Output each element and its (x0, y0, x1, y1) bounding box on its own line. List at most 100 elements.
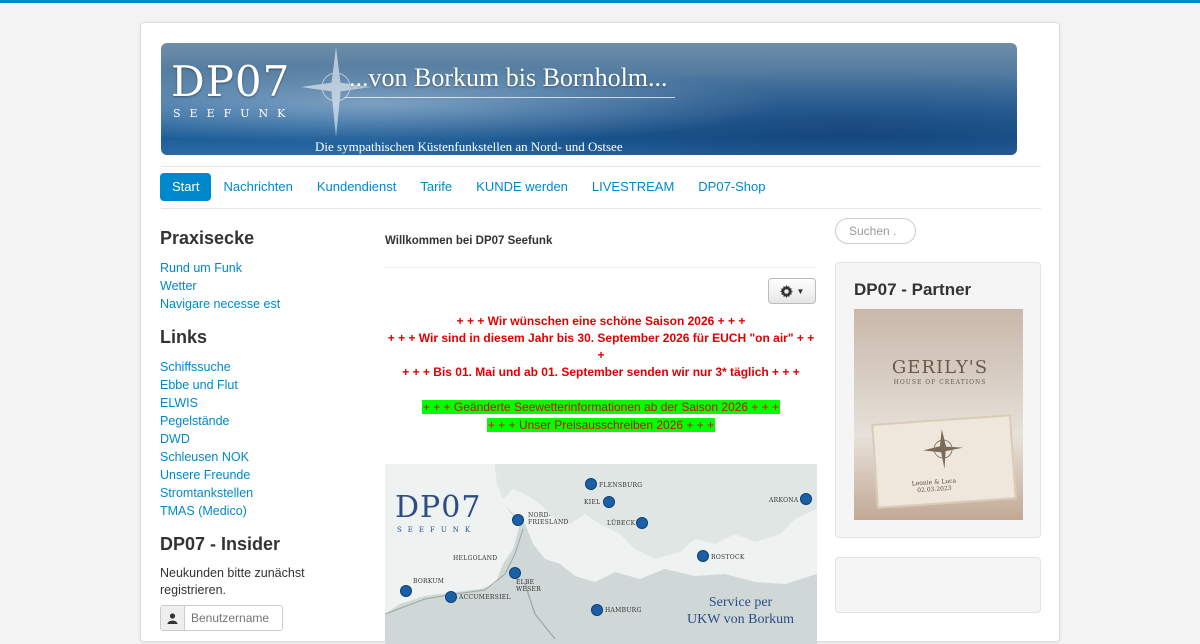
list-item: Pegelstände (160, 412, 360, 430)
link-wetter[interactable]: Wetter (160, 279, 197, 293)
nav-item-kundendienst[interactable]: Kundendienst (305, 173, 409, 201)
station-label-rostock: ROSTOCK (711, 554, 745, 561)
station-label-kiel: KIEL (584, 499, 601, 506)
station-marker[interactable] (603, 496, 615, 508)
engraved-board (871, 414, 1017, 509)
partner-logo-name: GERILY'S (891, 357, 989, 378)
praxisecke-list: Rund um Funk Wetter Navigare necesse est (160, 259, 360, 313)
map-service-text: Service per UKW von Borkum (687, 594, 794, 628)
username-input[interactable] (185, 607, 279, 629)
announcement-line: + + + Wir wünschen eine schöne Saison 20… (456, 314, 746, 328)
link-stromtankstellen[interactable]: Stromtankstellen (160, 486, 253, 500)
insider-heading: DP07 - Insider (160, 534, 281, 554)
link-navigare[interactable]: Navigare necesse est (160, 297, 280, 311)
partner-heading: DP07 - Partner (854, 280, 972, 299)
link-schiffssuche[interactable]: Schiffssuche (160, 360, 231, 374)
link-rund-um-funk[interactable]: Rund um Funk (160, 261, 242, 275)
nav-item-livestream[interactable]: LIVESTREAM (580, 173, 686, 201)
map-service-line: UKW von Borkum (687, 612, 795, 627)
banner-logo-subtitle: SEEFUNK (173, 107, 295, 120)
partner-box: DP07 - Partner GERILY'S HOUSE OF CREATIO… (835, 262, 1041, 538)
insider-text: Neukunden bitte zunächst registrieren. (160, 566, 305, 597)
divider (161, 208, 1041, 209)
list-item: ELWIS (160, 394, 360, 412)
banner-tagline: ...von Borkum bis Bornholm... (349, 63, 668, 92)
nav-item-tarife[interactable]: Tarife (408, 173, 464, 201)
banner-logo: DP07 (171, 57, 291, 106)
nav-item-kunde-werden[interactable]: KUNDE werden (464, 173, 580, 201)
list-item: Schleusen NOK (160, 448, 360, 466)
station-label-accumersiel: ACCUMERSIEL (459, 594, 511, 601)
left-sidebar: Praxisecke Rund um Funk Wetter Navigare … (160, 228, 360, 631)
banner-divider (345, 97, 675, 98)
station-marker[interactable] (697, 550, 709, 562)
station-label-hamburg: HAMBURG (605, 607, 642, 614)
praxisecke-heading: Praxisecke (160, 228, 255, 248)
station-label-weser: WESER (516, 586, 542, 593)
page-container: DP07 SEEFUNK ...von Borkum bis Bornholm.… (140, 22, 1060, 644)
station-marker[interactable] (636, 517, 648, 529)
map-logo-subtitle: SEEFUNK (397, 526, 477, 534)
station-marker[interactable] (585, 478, 597, 490)
list-item: Rund um Funk (160, 259, 360, 277)
nav-item-nachrichten[interactable]: Nachrichten (211, 173, 304, 201)
station-label-helgoland: HELGOLAND (453, 555, 498, 562)
username-field (160, 605, 283, 631)
station-label-borkum: BORKUM (413, 578, 445, 585)
link-tmas[interactable]: TMAS (Medico) (160, 504, 247, 518)
list-item: Schiffssuche (160, 358, 360, 376)
search-input[interactable]: Suchen . (835, 218, 916, 244)
announcement: + + + Wir wünschen eine schöne Saison 20… (385, 313, 817, 434)
coverage-map: DP07 SEEFUNK FLENSBURG KIEL NORD- FRIESL… (385, 464, 817, 644)
page-title: Willkommen bei DP07 Seefunk (385, 235, 553, 247)
divider (161, 166, 1041, 167)
main-content: Willkommen bei DP07 Seefunk ▼ + + + Wir … (385, 228, 817, 644)
announcement-line: + + + Bis 01. Mai und ab 01. September s… (402, 365, 800, 379)
station-label-nordfriesland: NORD- (528, 512, 552, 519)
banner-subtitle: Die sympathischen Küstenfunkstellen an N… (315, 139, 623, 154)
list-item: Stromtankstellen (160, 484, 360, 502)
user-icon (161, 606, 185, 630)
partner-logo: GERILY'S HOUSE OF CREATIONS (890, 357, 990, 386)
map-service-line: Service per (708, 595, 773, 610)
station-marker[interactable] (512, 514, 524, 526)
station-label-nordfriesland-2: FRIESLAND (528, 519, 569, 526)
divider (385, 267, 817, 268)
chevron-down-icon: ▼ (796, 286, 805, 296)
map-logo: DP07 (395, 490, 482, 525)
right-sidebar: Suchen . DP07 - Partner GERILY'S HOUSE O… (835, 218, 1041, 613)
station-marker[interactable] (591, 604, 603, 616)
link-dwd[interactable]: DWD (160, 432, 190, 446)
announcement-line: + + + Wir sind in diesem Jahr bis 30. Se… (387, 331, 815, 362)
gear-icon (779, 284, 793, 298)
nav-item-start[interactable]: Start (160, 173, 212, 201)
station-label-elbe: ELBE (516, 579, 535, 586)
link-unsere-freunde[interactable]: Unsere Freunde (160, 468, 250, 482)
link-pegelstaende[interactable]: Pegelstände (160, 414, 230, 428)
station-label-luebeck: LÜBECK (607, 520, 636, 527)
station-marker[interactable] (509, 567, 521, 579)
list-item: DWD (160, 430, 360, 448)
list-item: Ebbe und Flut (160, 376, 360, 394)
link-schleusen-nok[interactable]: Schleusen NOK (160, 450, 249, 464)
station-marker[interactable] (400, 585, 412, 597)
site-banner[interactable]: DP07 SEEFUNK ...von Borkum bis Bornholm.… (161, 43, 1017, 155)
links-list: Schiffssuche Ebbe und Flut ELWIS Pegelst… (160, 358, 360, 520)
links-heading: Links (160, 327, 208, 347)
list-item: Unsere Freunde (160, 466, 360, 484)
partner-image[interactable]: GERILY'S HOUSE OF CREATIONS Leonie & Luc… (854, 309, 1023, 520)
list-item: TMAS (Medico) (160, 502, 360, 520)
main-nav: Start Nachrichten Kundendienst Tarife KU… (160, 173, 778, 201)
highlight-link-seewetter[interactable]: + + + Geänderte Seewetterinformationen a… (421, 400, 781, 414)
highlight-link-preisausschreiben[interactable]: + + + Unser Preisausschreiben 2026 + + + (486, 418, 716, 432)
list-item: Wetter (160, 277, 360, 295)
compass-rose-icon (923, 429, 964, 469)
list-item: Navigare necesse est (160, 295, 360, 313)
link-elwis[interactable]: ELWIS (160, 396, 198, 410)
article-tools-button[interactable]: ▼ (768, 278, 816, 304)
station-marker[interactable] (800, 493, 812, 505)
link-ebbe-und-flut[interactable]: Ebbe und Flut (160, 378, 238, 392)
station-label-arkona: ARKONA (769, 497, 799, 504)
nav-item-dp07-shop[interactable]: DP07-Shop (686, 173, 777, 201)
station-marker[interactable] (445, 591, 457, 603)
